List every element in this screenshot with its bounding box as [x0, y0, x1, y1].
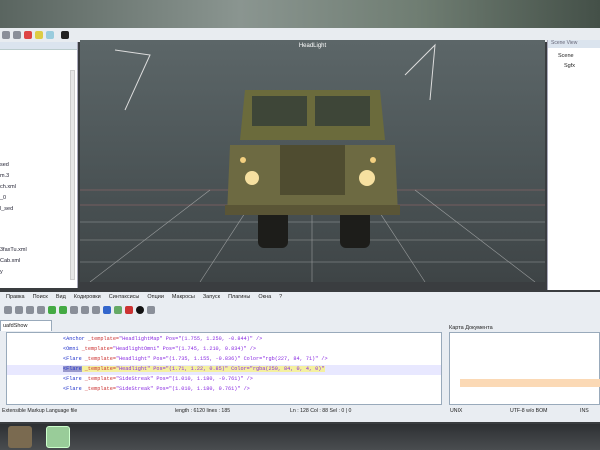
stop-icon[interactable]	[136, 306, 144, 314]
menu-bar: Правка Поиск Вид Кодировки Синтаксисы Оп…	[0, 292, 600, 302]
toolbar-icon[interactable]	[46, 31, 54, 39]
status-bar: Extensible Markup Language file length :…	[0, 407, 600, 417]
code-line: <Flare _template="Headlight" Pos="(1.735…	[63, 356, 328, 362]
menu-item[interactable]: Вид	[56, 294, 66, 300]
toolbar-icon[interactable]	[35, 31, 43, 39]
menu-item[interactable]: Поиск	[33, 294, 48, 300]
viewport-title: HeadLight	[298, 43, 327, 49]
menu-item[interactable]: Плагины	[228, 294, 250, 300]
panel-header	[0, 42, 77, 50]
copy-icon[interactable]	[37, 306, 45, 314]
code-line-selected: <Flare _template="Headlight" Pos="(1.71,…	[63, 366, 325, 372]
wrap-icon[interactable]	[103, 306, 111, 314]
document-map[interactable]	[449, 332, 600, 405]
find-icon[interactable]	[70, 306, 78, 314]
tree-item-scene[interactable]: Scene	[558, 53, 574, 59]
status-position: Ln : 128 Col : 88 Sel : 0 | 0	[290, 408, 352, 414]
undo-icon[interactable]	[48, 306, 56, 314]
panel-title: Scene View	[548, 40, 600, 48]
taskbar-notepad-icon[interactable]	[46, 426, 70, 448]
redo-icon[interactable]	[59, 306, 67, 314]
toolbar	[0, 303, 600, 317]
toolbar-icon[interactable]	[24, 31, 32, 39]
tree-item[interactable]: Sgfx	[564, 63, 575, 69]
list-item[interactable]: sed	[0, 162, 9, 168]
save-icon[interactable]	[15, 306, 23, 314]
menu-item[interactable]: Окна	[258, 294, 271, 300]
scene-tree-panel: Scene View Scene Sgfx	[547, 40, 600, 290]
taskbar-app-icon[interactable]	[8, 426, 32, 448]
status-eol: UNIX	[450, 408, 463, 414]
status-file-type: Extensible Markup Language file	[2, 408, 78, 414]
toolbar-icon[interactable]	[2, 31, 10, 39]
code-line: <Flare _template="SideStreak" Pos="(1.01…	[63, 386, 250, 392]
taskbar	[0, 424, 600, 450]
menu-item[interactable]: Опции	[147, 294, 164, 300]
code-editor[interactable]: <Anchor _template="HeadlightMap" Pos="(1…	[6, 332, 442, 405]
file-tab[interactable]: uafdShow	[0, 320, 52, 331]
list-item[interactable]: 3faxTu.xml	[0, 247, 27, 253]
cut-icon[interactable]	[26, 306, 34, 314]
status-mode: INS	[580, 408, 589, 414]
list-item[interactable]: _0	[0, 195, 6, 201]
menu-item[interactable]: Синтаксисы	[109, 294, 140, 300]
notepad-plus-plus-window: Правка Поиск Вид Кодировки Синтаксисы Оп…	[0, 292, 600, 422]
status-length: length : 6120 lines : 185	[175, 408, 231, 414]
menu-item[interactable]: Правка	[6, 294, 25, 300]
list-item[interactable]: ch.xml	[0, 184, 16, 190]
truck	[225, 90, 400, 248]
code-line: <Omni _template="HeadlightOmni" Pos="(1.…	[63, 346, 257, 352]
list-item[interactable]: y	[0, 269, 3, 275]
indent-icon[interactable]	[114, 306, 122, 314]
map-viewport-indicator[interactable]	[460, 379, 600, 387]
record-icon[interactable]	[125, 306, 133, 314]
list-item[interactable]: l_sed	[0, 206, 13, 212]
3d-viewport[interactable]: HeadLight	[80, 40, 545, 282]
toolbar-icon[interactable]	[13, 31, 21, 39]
replace-icon[interactable]	[81, 306, 89, 314]
toolbar-icon[interactable]	[61, 31, 69, 39]
document-map-title: Карта Документа	[449, 325, 493, 331]
menu-item[interactable]: ?	[279, 294, 282, 300]
menu-item[interactable]: Кодировки	[74, 294, 101, 300]
new-icon[interactable]	[4, 306, 12, 314]
list-item[interactable]: Cab.xml	[0, 258, 20, 264]
menu-item[interactable]: Макросы	[172, 294, 195, 300]
zoom-icon[interactable]	[92, 306, 100, 314]
code-line: <Flare _template="SideStreak" Pos="(1.01…	[63, 376, 253, 382]
scene-render	[80, 43, 545, 282]
menu-item[interactable]: Запуск	[203, 294, 220, 300]
play-icon[interactable]	[147, 306, 155, 314]
list-item[interactable]: m.3	[0, 173, 9, 179]
scrollbar[interactable]	[70, 70, 75, 280]
status-encoding: UTF-8 w/o BOM	[510, 408, 548, 414]
desktop-background	[0, 0, 600, 30]
file-browser-panel: sed m.3 ch.xml _0 l_sed 3faxTu.xml Cab.x…	[0, 42, 78, 288]
code-line: <Anchor _template="HeadlightMap" Pos="(1…	[63, 336, 263, 342]
